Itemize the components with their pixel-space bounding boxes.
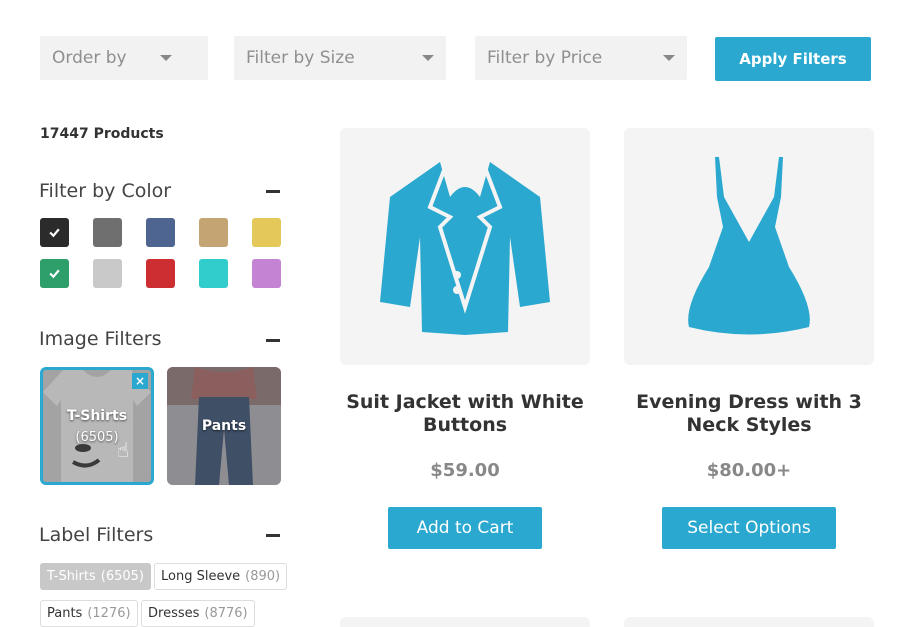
color-swatch[interactable] (199, 259, 228, 288)
checkmark-icon (49, 228, 60, 238)
collapse-label-filter-icon[interactable] (266, 534, 280, 537)
filter-by-price-label: Filter by Price (487, 48, 603, 68)
product-price: $59.00 (430, 460, 500, 481)
color-filter-title: Filter by Color (39, 180, 172, 202)
image-filter-title: Image Filters (39, 328, 162, 350)
product-image-dress[interactable] (624, 128, 874, 365)
color-swatch[interactable] (252, 259, 281, 288)
color-swatch[interactable] (146, 259, 175, 288)
filter-by-size-label: Filter by Size (246, 48, 355, 68)
tag-label: Long Sleeve (161, 569, 241, 584)
tag-label: Dresses (148, 606, 200, 621)
jacket-icon (380, 159, 550, 335)
color-swatch[interactable] (40, 218, 69, 247)
apply-filters-button[interactable]: Apply Filters (715, 37, 871, 81)
order-by-label: Order by (52, 48, 127, 68)
color-swatch[interactable] (146, 218, 175, 247)
image-filter-tshirts[interactable]: T-Shirts (6505) × ☝ (40, 367, 154, 485)
color-swatch[interactable] (93, 259, 122, 288)
color-swatch[interactable] (93, 218, 122, 247)
add-to-cart-button[interactable]: Add to Cart (388, 507, 542, 549)
select-options-button[interactable]: Select Options (662, 507, 836, 549)
image-filter-count: (6505) (75, 429, 119, 445)
color-swatch[interactable] (199, 218, 228, 247)
label-tag-long-sleeve[interactable]: Long Sleeve (890) (154, 563, 288, 590)
checkmark-icon (49, 269, 60, 279)
image-filter-pants[interactable]: Pants (167, 367, 281, 485)
product-card-partial (624, 617, 874, 627)
tag-label: T-Shirts (47, 569, 96, 584)
dress-icon (688, 156, 810, 334)
collapse-image-filter-icon[interactable] (266, 339, 280, 342)
chevron-down-icon (160, 55, 172, 61)
chevron-down-icon (422, 55, 434, 61)
tag-count: (6505) (100, 569, 144, 584)
product-count: 17447 Products (40, 126, 164, 142)
product-image-jacket[interactable] (340, 128, 590, 365)
tag-count: (1276) (87, 606, 131, 621)
filter-by-size-select[interactable]: Filter by Size (234, 36, 446, 80)
label-tag-tshirts[interactable]: T-Shirts (6505) (40, 563, 151, 590)
chevron-down-icon (663, 55, 675, 61)
tag-label: Pants (47, 606, 83, 621)
color-swatch[interactable] (40, 259, 69, 288)
filter-by-price-select[interactable]: Filter by Price (475, 36, 687, 80)
label-filter-title: Label Filters (39, 524, 154, 546)
collapse-color-filter-icon[interactable] (266, 190, 280, 193)
image-filter-label: T-Shirts (66, 407, 128, 424)
tag-count: (8776) (204, 606, 248, 621)
product-price: $80.00+ (706, 460, 792, 481)
label-tag-pants[interactable]: Pants (1276) (40, 600, 138, 627)
image-filter-label: Pants (201, 418, 247, 434)
hand-cursor-icon: ☝ (117, 438, 130, 462)
tag-count: (890) (245, 569, 281, 584)
color-swatch[interactable] (252, 218, 281, 247)
product-title[interactable]: Suit Jacket with White Buttons (340, 391, 590, 437)
label-tag-dresses[interactable]: Dresses (8776) (141, 600, 255, 627)
order-by-select[interactable]: Order by (40, 36, 208, 80)
product-title[interactable]: Evening Dress with 3 Neck Styles (624, 391, 874, 437)
product-card-partial (340, 617, 590, 627)
close-icon[interactable]: × (132, 373, 148, 389)
